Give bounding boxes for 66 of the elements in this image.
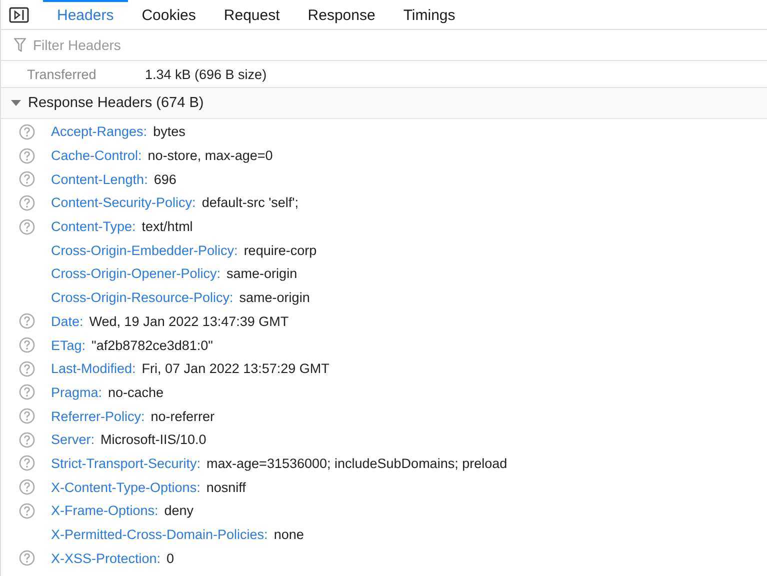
help-icon[interactable] [19, 148, 35, 164]
header-name: Cross-Origin-Embedder-Policy: [51, 242, 238, 258]
help-icon[interactable] [19, 337, 35, 354]
header-name: Last-Modified: [51, 361, 136, 376]
help-icon[interactable] [19, 194, 35, 211]
header-value: deny [164, 503, 194, 518]
header-name: Cross-Origin-Opener-Policy: [51, 266, 221, 282]
help-icon[interactable] [19, 432, 35, 448]
header-value: none [274, 527, 304, 542]
header-value: "af2b8782ce3d81:0" [92, 338, 213, 353]
help-icon[interactable] [19, 408, 35, 424]
help-icon[interactable] [19, 455, 35, 472]
header-name: Date: [51, 314, 84, 329]
header-name: Content-Length: [51, 172, 148, 187]
help-icon[interactable] [19, 550, 35, 566]
header-name: X-Frame-Options: [51, 503, 158, 518]
help-icon[interactable] [19, 124, 35, 140]
section-header[interactable]: Response Headers (674 B) [1, 88, 767, 119]
header-value: same-origin [239, 290, 310, 306]
header-name: Strict-Transport-Security: [51, 456, 201, 471]
twisty-icon [11, 99, 21, 107]
header-name: X-XSS-Protection: [51, 550, 161, 566]
help-icon[interactable] [19, 171, 35, 188]
header-value: nosniff [206, 480, 246, 495]
header-name: X-Permitted-Cross-Domain-Policies: [51, 527, 268, 542]
header-name: Content-Type: [51, 219, 136, 234]
header-name: Cache-Control: [51, 148, 142, 164]
filter-field[interactable]: Filter Headers [31, 36, 767, 54]
header-value: 0 [166, 550, 174, 566]
header-value: bytes [153, 124, 186, 140]
header-name: Server: [51, 432, 95, 448]
header-value: no-referrer [150, 408, 215, 424]
tab[interactable]: Request [210, 0, 294, 29]
header-value: text/html [142, 219, 193, 234]
header-value: max-age=31536000; includeSubDomains; preload [206, 456, 508, 471]
header-value: 696 [154, 172, 176, 187]
tab[interactable]: Timings [389, 0, 470, 29]
header-name: Content-Security-Policy: [51, 195, 196, 210]
tab[interactable]: Headers [43, 0, 128, 29]
help-icon[interactable] [19, 218, 35, 235]
tab[interactable]: Cookies [128, 0, 210, 29]
section-title: Response Headers (674 B) [28, 95, 204, 111]
header-name: Cross-Origin-Resource-Policy: [51, 290, 234, 306]
header-name: Referrer-Policy: [51, 408, 145, 424]
header-value: no-cache [108, 384, 164, 400]
summary-label: Transferred [27, 66, 98, 82]
help-icon[interactable] [19, 313, 35, 330]
help-icon[interactable] [19, 360, 35, 377]
header-value: no-store, max-age=0 [148, 148, 273, 164]
help-icon[interactable] [19, 502, 35, 519]
panel-icon [9, 6, 29, 22]
help-icon[interactable] [19, 479, 35, 496]
header-value: Wed, 19 Jan 2022 13:47:39 GMT [89, 314, 289, 329]
header-name: Pragma: [51, 384, 102, 400]
header-name: X-Content-Type-Options: [51, 480, 200, 495]
header-value: Microsoft-IIS/10.0 [100, 432, 206, 448]
header-name: Accept-Ranges: [51, 124, 148, 140]
header-value: same-origin [226, 266, 298, 282]
tab[interactable]: Response [294, 0, 390, 29]
summary-value: 1.34 kB (696 B size) [145, 66, 267, 82]
help-icon[interactable] [19, 384, 35, 400]
header-value: default-src 'self'; [202, 195, 299, 210]
header-name: ETag: [51, 338, 86, 353]
filter-icon [14, 38, 26, 52]
header-value: Fri, 07 Jan 2022 13:57:29 GMT [142, 361, 330, 376]
header-value: require-corp [244, 242, 317, 258]
